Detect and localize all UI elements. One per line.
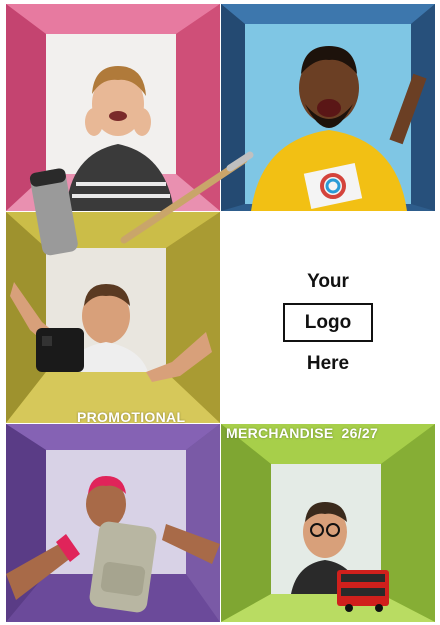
brochure-cover: Your Logo Here PROMOTIONAL MERCHANDISE 2… — [0, 0, 440, 625]
photo-man-olive-box — [6, 212, 220, 423]
logo-text-logo: Logo — [304, 312, 352, 333]
banner-promotional: PROMOTIONAL — [77, 409, 186, 425]
logo-placeholder: Your Logo Here — [221, 212, 435, 423]
photo-woman-pink-box — [6, 4, 220, 211]
photo-man-green-box — [221, 424, 435, 622]
logo-text-your: Your — [307, 271, 349, 292]
photo-man-blue-box — [221, 4, 435, 211]
banner-year: 26/27 — [341, 425, 379, 441]
banner-merchandise: MERCHANDISE 26/27 — [226, 425, 378, 441]
photo-woman-purple-box — [6, 424, 220, 622]
logo-frame: Logo — [282, 303, 374, 342]
logo-text-here: Here — [306, 353, 350, 374]
banner-merchandise-text: MERCHANDISE — [226, 425, 334, 441]
